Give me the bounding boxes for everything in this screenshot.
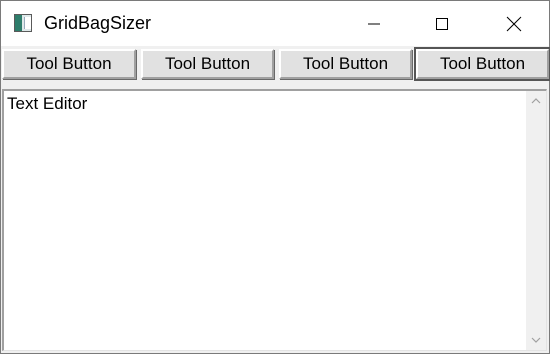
- tool-button-label: Tool Button: [302, 54, 389, 73]
- tool-button-3[interactable]: Tool Button: [279, 49, 412, 79]
- tool-button-1[interactable]: Tool Button: [2, 49, 136, 79]
- scroll-down-button[interactable]: [526, 330, 546, 350]
- maximize-icon: [436, 17, 448, 30]
- window-title: GridBagSizer: [44, 13, 152, 33]
- text-editor[interactable]: Text Editor: [2, 89, 547, 351]
- title-bar[interactable]: GridBagSizer: [1, 1, 549, 46]
- minimize-button[interactable]: [351, 1, 397, 46]
- app-window: GridBagSizer Tool Button Tool Button Too…: [0, 0, 550, 354]
- toolbar: Tool Button Tool Button Tool Button Tool…: [1, 46, 549, 86]
- text-editor-content[interactable]: Text Editor: [7, 94, 87, 114]
- maximize-button[interactable]: [419, 1, 465, 46]
- tool-button-4[interactable]: Tool Button: [416, 49, 549, 79]
- chevron-up-icon: [531, 98, 541, 104]
- tool-button-label: Tool Button: [439, 54, 526, 73]
- close-button[interactable]: [491, 1, 537, 46]
- minimize-icon: [368, 23, 380, 24]
- vertical-scrollbar[interactable]: [526, 91, 546, 350]
- tool-button-label: Tool Button: [26, 54, 112, 73]
- scroll-up-button[interactable]: [526, 91, 546, 111]
- tool-button-2[interactable]: Tool Button: [141, 49, 274, 79]
- tool-button-label: Tool Button: [164, 54, 251, 73]
- close-icon: [506, 16, 522, 31]
- chevron-down-icon: [531, 337, 541, 343]
- window-app-icon[interactable]: [14, 14, 32, 32]
